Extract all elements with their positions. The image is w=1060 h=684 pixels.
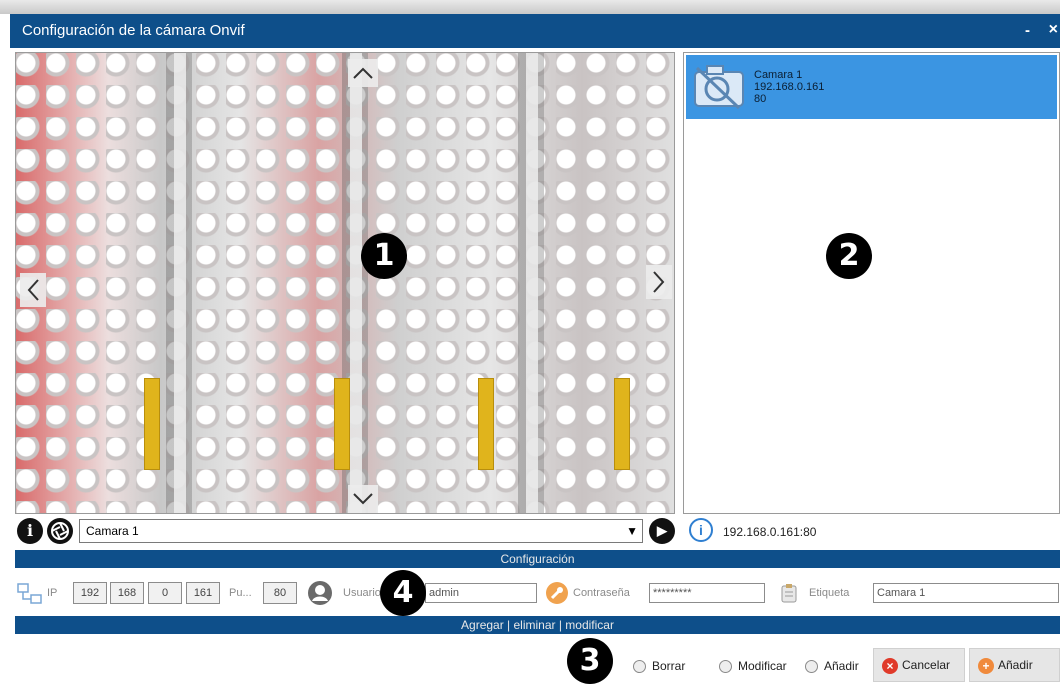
dropdown-caret-icon: ▼ xyxy=(626,524,638,538)
chevron-up-icon xyxy=(353,67,373,79)
pan-up-button[interactable] xyxy=(348,59,378,87)
tag-label: Etiqueta xyxy=(809,587,850,599)
yellow-post xyxy=(144,378,160,470)
camera-item-ip: 192.168.0.161 xyxy=(754,81,825,93)
yellow-post xyxy=(334,378,350,470)
aperture-icon xyxy=(51,522,69,540)
camera-item-name: Camara 1 xyxy=(754,69,803,81)
ip-octet-4[interactable]: 161 xyxy=(186,582,220,604)
tag-field[interactable]: Camara 1 xyxy=(873,583,1059,603)
info-button[interactable]: i xyxy=(17,518,43,544)
port-label: Pu... xyxy=(229,587,252,599)
callout-badge-4: 4 xyxy=(380,570,426,616)
add-button-label: Añadir xyxy=(998,658,1033,672)
camera-offline-icon xyxy=(694,65,744,110)
camera-control-bar: i Camara 1 ▼ ▶ i 192.168.0.161:80 xyxy=(15,517,1060,545)
radio-add-label: Añadir xyxy=(824,659,859,673)
radio-delete-label: Borrar xyxy=(652,659,686,673)
info-icon: i xyxy=(689,518,713,542)
radio-dot-icon xyxy=(805,660,818,674)
actions-section-header: Agregar | eliminar | modificar xyxy=(15,616,1060,634)
snapshot-button[interactable] xyxy=(47,518,73,544)
pan-left-button[interactable] xyxy=(20,273,46,307)
callout-badge-1: 1 xyxy=(361,233,407,279)
ip-octet-3[interactable]: 0 xyxy=(148,582,182,604)
ip-label: IP xyxy=(47,587,58,599)
camera-select-value: Camara 1 xyxy=(86,524,139,538)
port-field[interactable]: 80 xyxy=(263,582,297,604)
user-field[interactable]: admin xyxy=(425,583,537,603)
cancel-icon: × xyxy=(882,657,898,674)
user-icon xyxy=(308,581,332,605)
minimize-button[interactable]: - xyxy=(1025,22,1030,39)
cancel-button[interactable]: × Cancelar xyxy=(873,648,965,682)
key-icon xyxy=(546,582,568,604)
camera-list[interactable]: Camara 1 192.168.0.161 80 2 xyxy=(683,52,1060,514)
ip-octet-1[interactable]: 192 xyxy=(73,582,107,604)
ip-octet-2[interactable]: 168 xyxy=(110,582,144,604)
add-button[interactable]: + Añadir xyxy=(969,648,1060,682)
add-icon: + xyxy=(978,657,994,674)
camera-item-details: Camara 1 192.168.0.161 80 xyxy=(754,69,824,105)
chevron-down-icon xyxy=(353,493,373,505)
pan-right-button[interactable] xyxy=(646,265,672,299)
radio-modify-label: Modificar xyxy=(738,659,787,673)
radio-dot-icon xyxy=(633,660,646,674)
password-field[interactable]: ********* xyxy=(649,583,765,603)
chevron-left-icon xyxy=(27,279,39,301)
camera-list-item[interactable]: Camara 1 192.168.0.161 80 xyxy=(686,55,1057,119)
callout-badge-3: 3 xyxy=(567,638,613,684)
cancel-button-label: Cancelar xyxy=(902,658,951,672)
callout-badge-2: 2 xyxy=(826,233,872,279)
title-bar: Configuración de la cámara Onvif - × xyxy=(10,14,1060,48)
radio-add[interactable]: Añadir xyxy=(805,659,859,674)
camera-video-preview[interactable]: 1 xyxy=(15,52,675,514)
camera-select[interactable]: Camara 1 ▼ xyxy=(79,519,643,543)
play-button[interactable]: ▶ xyxy=(649,518,675,544)
network-icon xyxy=(17,583,42,604)
connection-address: 192.168.0.161:80 xyxy=(723,525,817,539)
yellow-post xyxy=(478,378,494,470)
radio-modify[interactable]: Modificar xyxy=(719,659,787,674)
chevron-right-icon xyxy=(653,271,665,293)
config-form: IP 192 168 0 161 Pu... 80 Usuario admin … xyxy=(15,570,1060,616)
close-button[interactable]: × xyxy=(1049,21,1058,39)
radio-delete[interactable]: Borrar xyxy=(633,659,686,674)
window-shadow xyxy=(0,0,1060,14)
user-label: Usuario xyxy=(343,587,381,599)
config-section-header: Configuración xyxy=(15,550,1060,568)
yellow-post xyxy=(614,378,630,470)
radio-dot-icon xyxy=(719,660,732,674)
window-title: Configuración de la cámara Onvif xyxy=(22,22,245,39)
camera-item-port: 80 xyxy=(754,93,767,105)
actions-row: 3 Borrar Modificar Añadir × Cancelar + Aña… xyxy=(15,638,1060,684)
pan-down-button[interactable] xyxy=(348,485,378,513)
onvif-config-window: Configuración de la cámara Onvif - × 1 C… xyxy=(10,14,1060,684)
password-label: Contraseña xyxy=(573,587,630,599)
clipboard-icon xyxy=(781,584,797,603)
